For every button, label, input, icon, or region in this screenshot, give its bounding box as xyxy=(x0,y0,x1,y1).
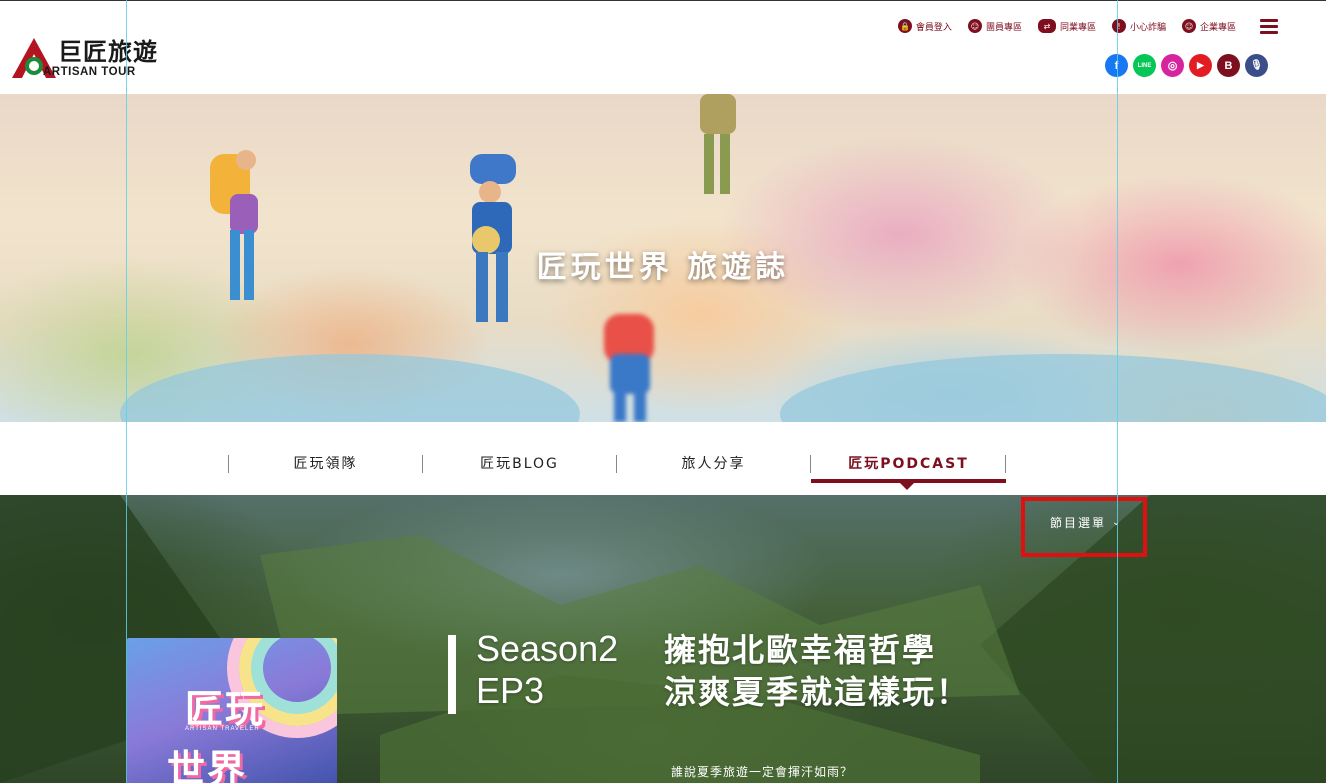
topnav-label: 同業專區 xyxy=(1059,22,1096,33)
topnav-label: 會員登入 xyxy=(915,22,952,33)
traveler-figure-icon xyxy=(700,94,736,194)
member-login-link[interactable]: 🔒 會員登入 xyxy=(897,19,952,33)
cover-title-line1: 匠玩 xyxy=(185,686,266,731)
podcast-icon[interactable]: 🎙 xyxy=(1245,54,1268,77)
traveler-figure-icon xyxy=(604,314,654,422)
highlight-box xyxy=(1021,497,1147,557)
tab-podcast[interactable]: 匠玩PODCAST xyxy=(811,452,1006,482)
episode-label: EP3 xyxy=(476,670,545,711)
brand-name-cn: 巨匠旅遊 xyxy=(58,37,158,66)
hero-title: 匠玩世界 旅遊誌 xyxy=(536,250,790,285)
lock-icon: 🔒 xyxy=(897,19,912,33)
active-tab-caret-icon xyxy=(900,483,914,490)
cover-tagline: ARTISAN TRAVELER xyxy=(185,726,260,732)
topnav-label: 企業專區 xyxy=(1199,22,1236,33)
season-label: Season2 xyxy=(476,628,619,669)
tab-blog[interactable]: 匠玩BLOG xyxy=(423,452,616,482)
group-member-link[interactable]: ☺ 團員專區 xyxy=(967,19,1022,33)
social-links: f LINE ◎ ▶ B 🎙 xyxy=(1105,54,1268,77)
tab-traveler-share[interactable]: 旅人分享 xyxy=(617,452,810,482)
podcast-section: 節目選單 ⌄ 匠玩 ARTISAN TRAVELER 世界 Season2 EP… xyxy=(0,495,1326,783)
episode-title-line2: 涼爽夏季就這樣玩！ xyxy=(664,673,971,711)
hero-banner: 匠玩世界 旅遊誌 xyxy=(0,94,1326,422)
instagram-icon[interactable]: ◎ xyxy=(1161,54,1184,77)
traveler-figure-icon xyxy=(210,150,258,300)
brand-logo[interactable]: 巨匠旅遊 ARTISAN TOUR xyxy=(10,36,180,80)
site-header: 巨匠旅遊 ARTISAN TOUR 🔒 會員登入 ☺ 團員專區 ⇄ 同業專區 !… xyxy=(0,0,1326,94)
traveler-figure-icon xyxy=(470,154,516,322)
season-episode: Season2 EP3 xyxy=(476,628,618,712)
cover-title-line2: 世界 xyxy=(167,746,248,783)
partner-link[interactable]: ⇄ 同業專區 xyxy=(1037,19,1096,33)
fraud-warning-link[interactable]: ! 小心詐騙 xyxy=(1111,19,1166,33)
podcast-cover-art[interactable]: 匠玩 ARTISAN TRAVELER 世界 xyxy=(127,638,337,783)
topnav-label: 團員專區 xyxy=(985,22,1022,33)
tab-divider xyxy=(1005,455,1006,473)
line-icon[interactable]: LINE xyxy=(1133,54,1156,77)
topnav-label: 小心詐騙 xyxy=(1129,22,1166,33)
brand-name-en: ARTISAN TOUR xyxy=(43,66,136,78)
episode-title: 擁抱北歐幸福哲學 涼爽夏季就這樣玩！ xyxy=(664,629,970,713)
hamburger-menu-icon[interactable] xyxy=(1260,19,1278,35)
episode-description: 誰說夏季旅遊一定會揮汗如雨？ xyxy=(671,765,854,779)
episode-title-line1: 擁抱北歐幸福哲學 xyxy=(664,631,937,669)
map-sea-decoration xyxy=(780,354,1326,422)
top-navigation: 🔒 會員登入 ☺ 團員專區 ⇄ 同業專區 ! 小心詐騙 ☺ 企業專區 xyxy=(897,19,1236,33)
enterprise-link[interactable]: ☺ 企業專區 xyxy=(1181,19,1236,33)
enterprise-icon: ☺ xyxy=(1181,19,1196,33)
content-tabs: 匠玩領隊 匠玩BLOG 旅人分享 匠玩PODCAST xyxy=(0,422,1326,495)
season-accent-bar xyxy=(448,635,456,714)
map-sea-decoration xyxy=(120,354,580,422)
tab-leaders[interactable]: 匠玩領隊 xyxy=(229,452,422,482)
youtube-icon[interactable]: ▶ xyxy=(1189,54,1212,77)
partner-icon: ⇄ xyxy=(1037,19,1056,33)
warning-icon: ! xyxy=(1111,19,1126,33)
group-icon: ☺ xyxy=(967,19,982,33)
blog-icon[interactable]: B xyxy=(1217,54,1240,77)
facebook-icon[interactable]: f xyxy=(1105,54,1128,77)
